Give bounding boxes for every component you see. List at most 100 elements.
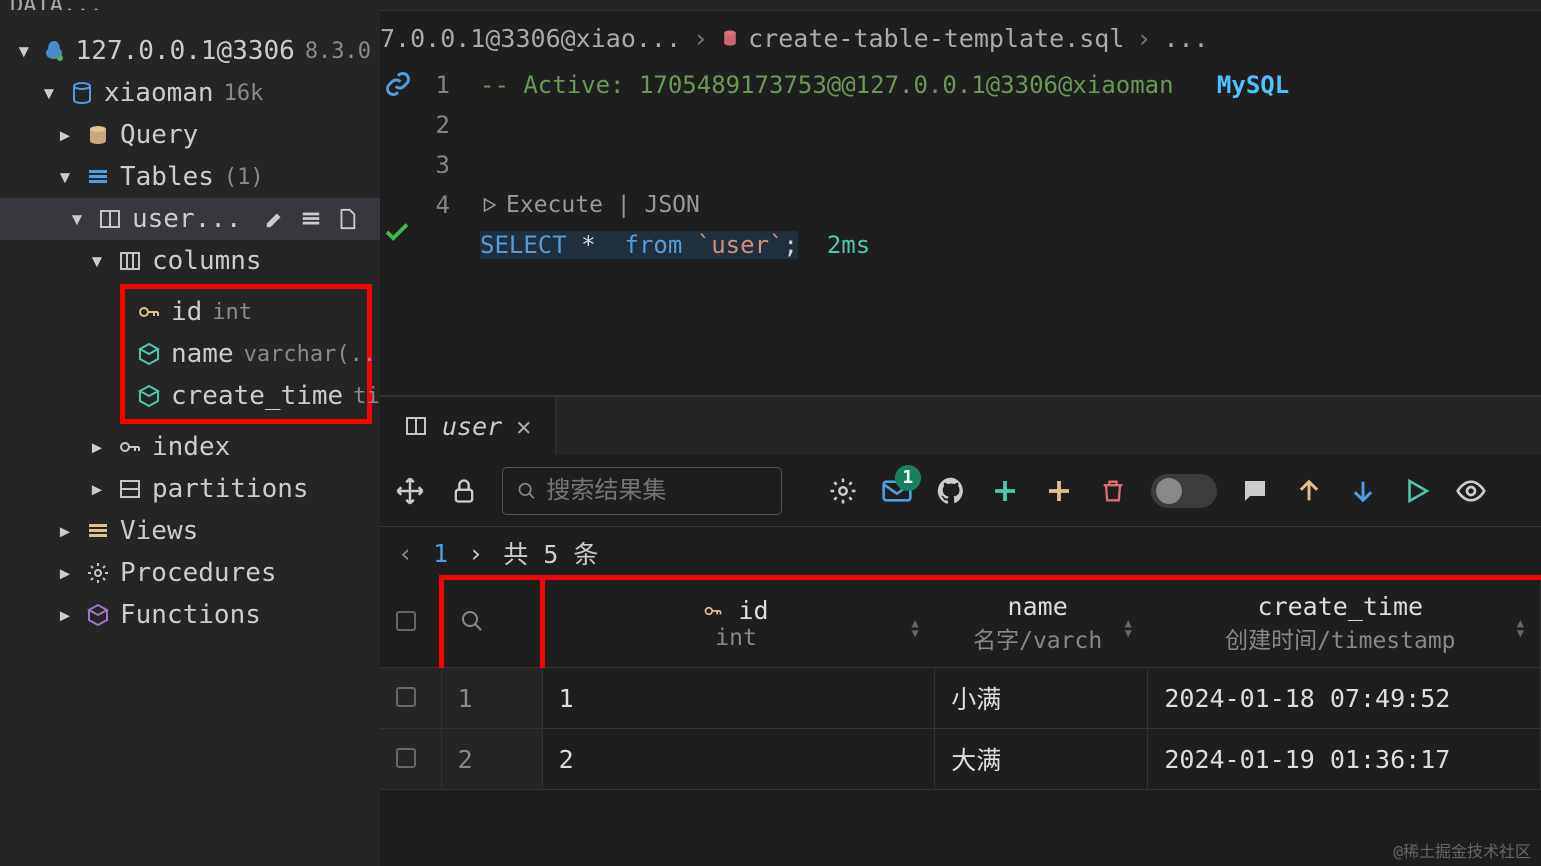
database-node[interactable]: ▾ xiaoman 16k [0,72,380,114]
header-create-time[interactable]: create_time 创建时间/timestamp ▲▼ [1148,578,1541,668]
views-node[interactable]: ▸ Views [0,510,380,552]
row-checkbox[interactable] [380,729,441,790]
columns-folder[interactable]: ▾ columns [0,240,380,282]
codelens-execute[interactable]: Execute | JSON [480,185,1541,225]
top-toolbar: DATA... [0,0,1541,10]
gear-icon [86,561,110,585]
settings-icon[interactable] [827,475,859,507]
row-number: 2 [441,729,542,790]
query-icon [86,123,110,147]
pager-current[interactable]: 1 [433,539,448,568]
connection-version: 8.3.0 [305,39,371,64]
pager-prev-icon[interactable]: ‹ [398,539,413,568]
eye-icon[interactable] [1455,475,1487,507]
column-id[interactable]: id int [125,291,367,333]
chevron-right-icon: › [693,24,708,53]
columns-icon [118,249,142,273]
cell-create-time[interactable]: 2024-01-19 01:36:17 [1148,729,1541,790]
column-type: int [212,300,252,325]
table-icon [404,414,428,438]
code-content[interactable]: -- Active: 1705489173753@@127.0.0.1@3306… [480,65,1541,265]
results-pane: user ✕ 1 [380,395,1541,866]
table-row[interactable]: 2 2 大满 2024-01-19 01:36:17 [380,729,1541,790]
column-create-time[interactable]: create_time ti... [125,375,367,417]
panel-title: DATA... [10,0,103,10]
move-icon[interactable] [394,475,426,507]
connection-host: 127.0.0.1@3306 [76,36,295,66]
delete-icon[interactable] [1097,475,1129,507]
key-icon [118,435,142,459]
link-icon[interactable] [384,70,412,104]
cell-id[interactable]: 2 [542,729,935,790]
partitions-label: partitions [152,474,309,504]
rows-icon[interactable] [300,208,322,230]
database-name: xiaoman [104,78,214,108]
column-field-icon [137,342,161,366]
header-id[interactable]: id int ▲▼ [542,578,935,668]
breadcrumb-file[interactable]: create-table-template.sql [720,24,1124,53]
functions-node[interactable]: ▸ Functions [0,594,380,636]
breadcrumb[interactable]: 7.0.0.1@3306@xiao... › create-table-temp… [380,11,1541,65]
search-icon [460,609,484,633]
connection-node[interactable]: ▾ 127.0.0.1@3306 8.3.0 [0,30,380,72]
mail-badge: 1 [895,465,921,491]
results-search-input[interactable] [546,477,767,505]
check-icon [382,217,412,253]
primary-key-icon [703,601,723,621]
add-column-icon[interactable] [1043,475,1075,507]
cell-id[interactable]: 1 [542,668,935,729]
sort-icon[interactable]: ▲▼ [911,610,918,638]
chevron-right-icon: ▸ [86,436,108,458]
code-editor[interactable]: 1 2 3 4 -- Active: 1705489173753@@127.0.… [380,65,1541,265]
search-column-header[interactable] [441,578,542,668]
sort-icon[interactable]: ▲▼ [1517,610,1524,638]
new-file-icon[interactable] [336,208,358,230]
export-up-icon[interactable] [1293,475,1325,507]
tables-node[interactable]: ▾ Tables (1) [0,156,380,198]
row-checkbox[interactable] [380,668,441,729]
procedures-node[interactable]: ▸ Procedures [0,552,380,594]
github-icon[interactable] [935,475,967,507]
chevron-right-icon: ▸ [54,604,76,626]
breadcrumb-connection[interactable]: 7.0.0.1@3306@xiao... [380,24,681,53]
index-label: index [152,432,230,462]
breadcrumb-more[interactable]: ... [1163,24,1208,53]
table-row[interactable]: 1 1 小满 2024-01-18 07:49:52 [380,668,1541,729]
tables-icon [86,165,110,189]
chevron-down-icon: ▾ [54,166,76,188]
select-all-header[interactable] [380,578,441,668]
mail-icon[interactable]: 1 [881,475,913,507]
import-down-icon[interactable] [1347,475,1379,507]
user-table-node[interactable]: ▾ user... [0,198,380,240]
query-node[interactable]: ▸ Query [0,114,380,156]
pager-next-icon[interactable]: › [468,539,483,568]
cell-name[interactable]: 小满 [935,668,1148,729]
chevron-right-icon: ▸ [86,478,108,500]
cell-name[interactable]: 大满 [935,729,1148,790]
index-folder[interactable]: ▸ index [0,426,380,468]
column-name[interactable]: name varchar(... [125,333,367,375]
add-row-icon[interactable] [989,475,1021,507]
primary-key-icon [137,300,161,324]
table-icon [98,207,122,231]
column-type: ti... [353,384,380,409]
header-name[interactable]: name 名字/varch ▲▼ [935,578,1148,668]
lock-icon[interactable] [448,475,480,507]
column-type: varchar(... [244,342,380,367]
results-pager: ‹ 1 › 共 5 条 [380,527,1541,575]
sort-icon[interactable]: ▲▼ [1125,610,1132,638]
results-tab-user[interactable]: user ✕ [380,397,556,455]
chevron-down-icon: ▾ [66,208,88,230]
chat-icon[interactable] [1239,475,1271,507]
results-search-box[interactable] [502,467,782,515]
column-name: create_time [171,381,343,411]
close-icon[interactable]: ✕ [516,412,531,441]
results-table: id int ▲▼ name 名字/va [380,575,1541,790]
edit-icon[interactable] [264,208,286,230]
partitions-folder[interactable]: ▸ partitions [0,468,380,510]
run-icon[interactable] [1401,475,1433,507]
views-icon [86,519,110,543]
toggle-switch[interactable] [1151,474,1217,508]
watermark: @稀土掘金技术社区 [1393,838,1531,862]
cell-create-time[interactable]: 2024-01-18 07:49:52 [1148,668,1541,729]
